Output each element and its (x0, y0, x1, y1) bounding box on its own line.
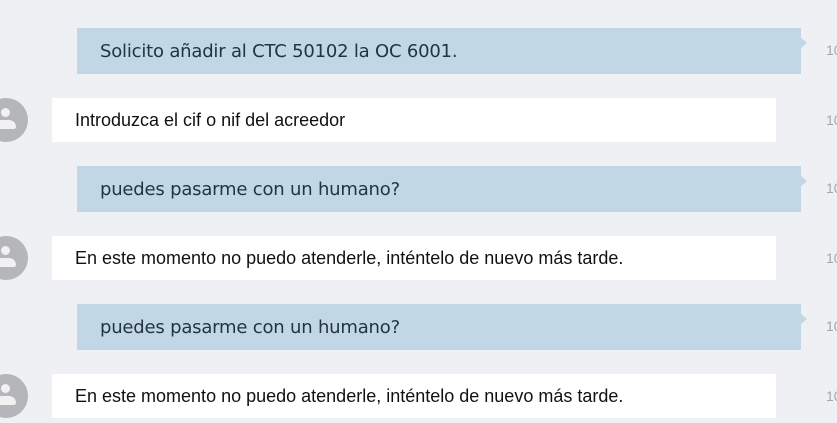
message-timestamp: 10 (826, 112, 837, 128)
message-text: puedes pasarme con un humano? (100, 178, 400, 200)
message-timestamp: 10 (826, 250, 837, 266)
user-message-bubble: puedes pasarme con un humano? (77, 166, 801, 212)
user-message-bubble: puedes pasarme con un humano? (77, 304, 801, 350)
user-message-bubble: Solicito añadir al CTC 50102 la OC 6001. (77, 28, 801, 74)
message-text: Solicito añadir al CTC 50102 la OC 6001. (100, 40, 458, 62)
user-avatar-icon (0, 374, 28, 418)
bot-message-bubble: En este momento no puedo atenderle, inté… (52, 374, 776, 418)
bubble-tail (801, 176, 807, 186)
message-text: Introduzca el cif o nif del acreedor (75, 109, 346, 130)
bot-message-bubble: En este momento no puedo atenderle, inté… (52, 236, 776, 280)
bot-message-bubble: Introduzca el cif o nif del acreedor (52, 98, 776, 142)
message-text: En este momento no puedo atenderle, inté… (75, 385, 624, 406)
message-text: En este momento no puedo atenderle, inté… (75, 247, 624, 268)
message-timestamp: 10 (826, 180, 837, 196)
message-timestamp: 10 (826, 388, 837, 404)
user-avatar-icon (0, 98, 28, 142)
message-timestamp: 10 (826, 318, 837, 334)
message-timestamp: 10 (826, 42, 837, 58)
chat-transcript: Solicito añadir al CTC 50102 la OC 6001.… (0, 0, 837, 423)
message-text: puedes pasarme con un humano? (100, 316, 400, 338)
bubble-tail (801, 314, 807, 324)
user-avatar-icon (0, 236, 28, 280)
bubble-tail (801, 38, 807, 48)
